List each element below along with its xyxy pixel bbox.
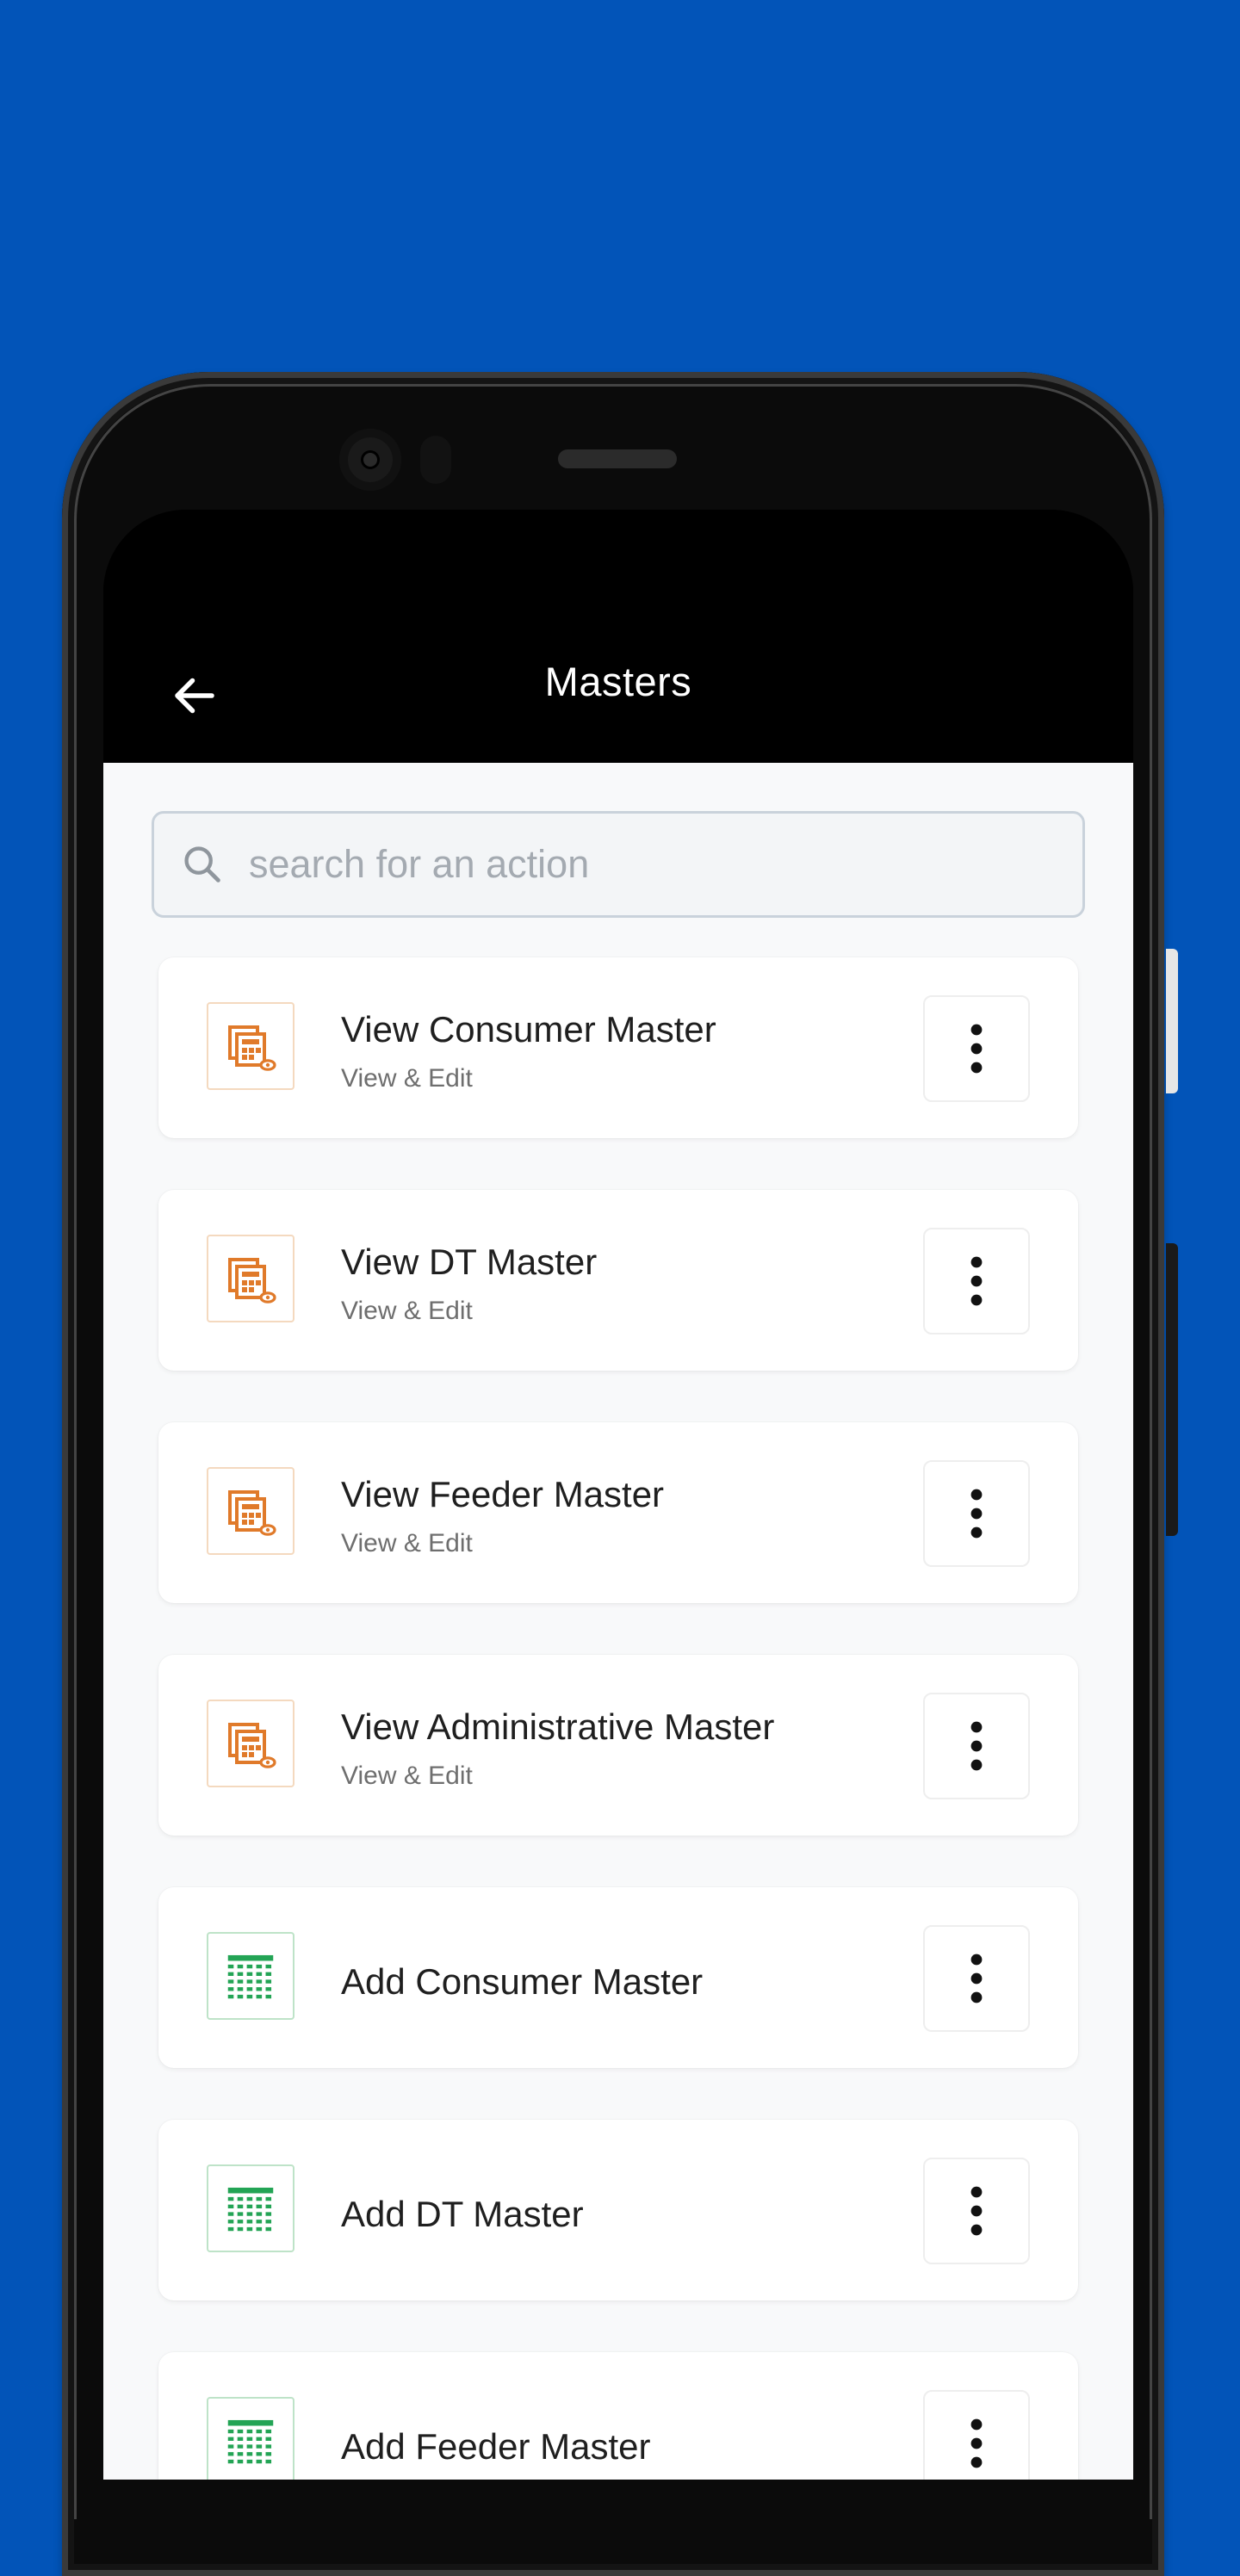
item-subtitle: View & Edit <box>341 1297 473 1325</box>
more-vertical-icon <box>970 2186 983 2236</box>
item-title: Add Feeder Master <box>341 2426 651 2467</box>
list-item[interactable]: Add DT Master <box>158 2120 1078 2300</box>
proximity-sensor <box>420 436 451 484</box>
more-vertical-icon <box>970 1721 983 1771</box>
item-title: Add DT Master <box>341 2194 584 2234</box>
app-bar: Masters <box>103 510 1133 763</box>
list-item[interactable]: Add Feeder Master <box>158 2352 1078 2480</box>
spreadsheet-grid-icon <box>207 2397 294 2480</box>
more-vertical-icon <box>970 2418 983 2468</box>
item-title: View Administrative Master <box>341 1706 775 1747</box>
item-title: Add Consumer Master <box>341 1961 704 2002</box>
front-camera <box>339 429 401 491</box>
item-title: View DT Master <box>341 1242 598 1282</box>
power-button <box>1166 949 1178 1093</box>
search-input[interactable] <box>247 841 1026 888</box>
more-options-button[interactable] <box>923 2158 1030 2264</box>
search-icon <box>184 846 220 882</box>
calculator-eye-icon <box>207 1467 294 1555</box>
earpiece-speaker <box>558 449 677 468</box>
spreadsheet-grid-icon <box>207 1932 294 2020</box>
item-subtitle: View & Edit <box>341 1064 473 1093</box>
calculator-eye-icon <box>207 1235 294 1322</box>
more-options-button[interactable] <box>923 1460 1030 1567</box>
item-subtitle: View & Edit <box>341 1762 473 1790</box>
more-options-button[interactable] <box>923 995 1030 1102</box>
more-options-button[interactable] <box>923 1693 1030 1799</box>
more-options-button[interactable] <box>923 1228 1030 1334</box>
main-content: View Consumer Master View & Edit <box>103 763 1133 2480</box>
volume-button <box>1166 1243 1178 1536</box>
list-item[interactable]: View Administrative Master View & Edit <box>158 1655 1078 1836</box>
item-subtitle: View & Edit <box>341 1529 473 1557</box>
item-title: View Feeder Master <box>341 1474 665 1514</box>
item-title: View Consumer Master <box>341 1009 716 1050</box>
list-item[interactable]: View Consumer Master View & Edit <box>158 957 1078 1138</box>
more-vertical-icon <box>970 1024 983 1074</box>
list-item[interactable]: Add Consumer Master <box>158 1887 1078 2068</box>
more-vertical-icon <box>970 1256 983 1306</box>
list-item[interactable]: View DT Master View & Edit <box>158 1190 1078 1371</box>
list-item[interactable]: View Feeder Master View & Edit <box>158 1422 1078 1603</box>
phone-screen: Masters View Consu <box>103 510 1133 2480</box>
more-options-button[interactable] <box>923 2390 1030 2480</box>
more-vertical-icon <box>970 1489 983 1539</box>
calculator-eye-icon <box>207 1700 294 1787</box>
more-vertical-icon <box>970 1954 983 2003</box>
calculator-eye-icon <box>207 1002 294 1090</box>
more-options-button[interactable] <box>923 1925 1030 2032</box>
spreadsheet-grid-icon <box>207 2164 294 2252</box>
search-bar[interactable] <box>152 811 1085 918</box>
page-title: Masters <box>544 659 692 704</box>
